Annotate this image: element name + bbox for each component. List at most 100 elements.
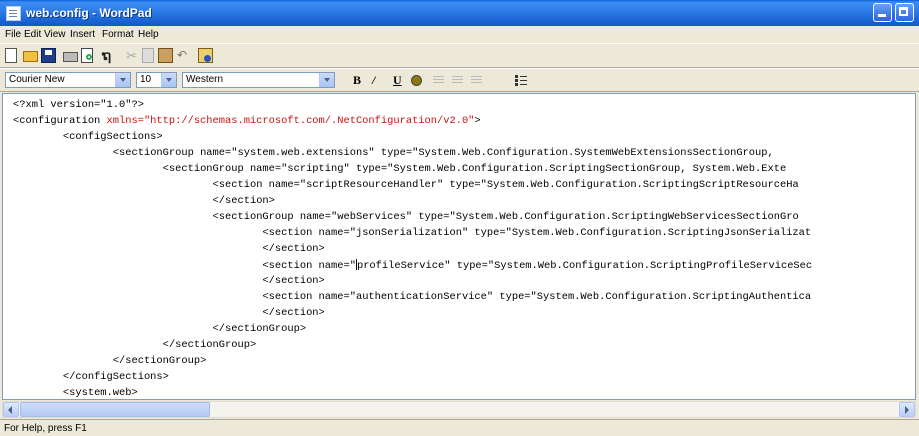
print-icon[interactable]: [63, 52, 78, 62]
code-line: <sectionGroup name="system.web.extension…: [13, 147, 774, 159]
date-time-icon[interactable]: [198, 48, 213, 63]
code-line: </section>: [13, 195, 275, 207]
line-text: </configSections>: [62, 371, 169, 383]
line-text: </section>: [262, 307, 325, 319]
line-text: <?xml version="1.0"?>: [13, 99, 144, 111]
menu-insert[interactable]: Insert: [70, 29, 95, 40]
code-line: <section name="scriptResourceHandler" ty…: [13, 179, 799, 191]
standard-toolbar: ຖ ✂ ↶: [0, 43, 919, 68]
line-text: <section name=": [262, 260, 356, 272]
format-toolbar: Courier New 10 Western B / U: [0, 68, 919, 92]
cut-scissors-icon[interactable]: ✂: [126, 48, 137, 63]
script-select[interactable]: Western: [182, 72, 335, 88]
code-line: </sectionGroup>: [13, 355, 207, 367]
document-editor[interactable]: <?xml version="1.0"?> <configuration xmln…: [2, 93, 916, 400]
line-text: <section name="authenticationService" ty…: [262, 291, 812, 303]
line-text-tail: >: [474, 115, 481, 127]
scroll-left-arrow-icon[interactable]: [3, 402, 19, 417]
line-text: </section>: [262, 243, 325, 255]
line-text: <configuration: [13, 115, 107, 127]
code-line: <section name="profileService" type="Sys…: [13, 259, 812, 272]
code-line: <?xml version="1.0"?>: [13, 99, 144, 111]
font-size-value: 10: [140, 74, 152, 85]
code-line: <section name="jsonSerialization" type="…: [13, 227, 811, 239]
copy-icon[interactable]: [142, 48, 154, 63]
menu-bar: File Edit View Insert Format Help: [0, 26, 919, 43]
scroll-right-arrow-icon[interactable]: [899, 402, 915, 417]
align-right-icon[interactable]: [471, 76, 482, 77]
wordpad-app-icon[interactable]: [6, 6, 21, 21]
align-center-icon[interactable]: [452, 76, 463, 77]
code-line: </configSections>: [13, 371, 169, 383]
menu-edit[interactable]: Edit: [24, 29, 41, 40]
color-palette-icon[interactable]: [411, 75, 422, 86]
code-line: <sectionGroup name="scripting" type="Sys…: [13, 163, 787, 175]
line-text: <system.web>: [62, 387, 138, 399]
status-bar: For Help, press F1: [0, 419, 919, 436]
line-text: <section name="scriptResourceHandler" ty…: [212, 179, 799, 191]
menu-help[interactable]: Help: [138, 29, 159, 40]
open-folder-icon[interactable]: [23, 51, 38, 62]
code-line: <configSections>: [13, 131, 163, 143]
maximize-button[interactable]: [895, 3, 914, 22]
align-left-icon[interactable]: [433, 76, 444, 77]
line-text: <configSections>: [62, 131, 163, 143]
chevron-down-icon[interactable]: [319, 73, 334, 87]
status-text: For Help, press F1: [4, 423, 87, 434]
line-text: </section>: [212, 195, 275, 207]
italic-button[interactable]: /: [372, 73, 375, 88]
horizontal-scrollbar[interactable]: [2, 401, 916, 418]
print-preview-icon[interactable]: [81, 48, 93, 63]
line-text: </sectionGroup>: [212, 323, 307, 335]
menu-format[interactable]: Format: [102, 29, 134, 40]
line-text-tail: profileService" type="System.Web.Configu…: [356, 260, 813, 272]
line-text: </sectionGroup>: [162, 339, 257, 351]
code-line: </sectionGroup>: [13, 339, 257, 351]
undo-icon[interactable]: ↶: [177, 48, 192, 63]
xml-attribute: xmlns="http://schemas.microsoft.com/.Net…: [106, 115, 475, 127]
bold-button[interactable]: B: [353, 73, 361, 88]
font-size-select[interactable]: 10: [136, 72, 177, 88]
menu-file[interactable]: File: [5, 29, 21, 40]
scroll-thumb[interactable]: [20, 402, 210, 417]
code-line: <system.web>: [13, 387, 138, 399]
new-document-icon[interactable]: [5, 48, 17, 63]
line-text: <sectionGroup name="webServices" type="S…: [212, 211, 799, 223]
title-bar[interactable]: web.config - WordPad: [0, 0, 919, 26]
font-name-value: Courier New: [9, 74, 65, 85]
line-text: <sectionGroup name="system.web.extension…: [112, 147, 774, 159]
save-disk-icon[interactable]: [41, 48, 56, 63]
code-line: </sectionGroup>: [13, 323, 307, 335]
paste-icon[interactable]: [158, 48, 173, 63]
minimize-button[interactable]: [873, 3, 892, 22]
code-line: <section name="authenticationService" ty…: [13, 291, 811, 303]
line-text: </sectionGroup>: [112, 355, 207, 367]
bullets-icon[interactable]: [515, 75, 527, 78]
code-line: </section>: [13, 243, 325, 255]
menu-view[interactable]: View: [44, 29, 66, 40]
chevron-down-icon[interactable]: [115, 73, 130, 87]
find-binoculars-icon[interactable]: ຖ: [102, 48, 120, 63]
code-line: <configuration xmlns="http://schemas.mic…: [13, 115, 481, 127]
code-line: </section>: [13, 307, 325, 319]
line-text: <section name="jsonSerialization" type="…: [262, 227, 812, 239]
underline-button[interactable]: U: [393, 73, 402, 88]
wordpad-window: web.config - WordPad File Edit View Inse…: [0, 0, 919, 436]
font-name-select[interactable]: Courier New: [5, 72, 131, 88]
chevron-down-icon[interactable]: [161, 73, 176, 87]
line-text: <sectionGroup name="scripting" type="Sys…: [162, 163, 787, 175]
